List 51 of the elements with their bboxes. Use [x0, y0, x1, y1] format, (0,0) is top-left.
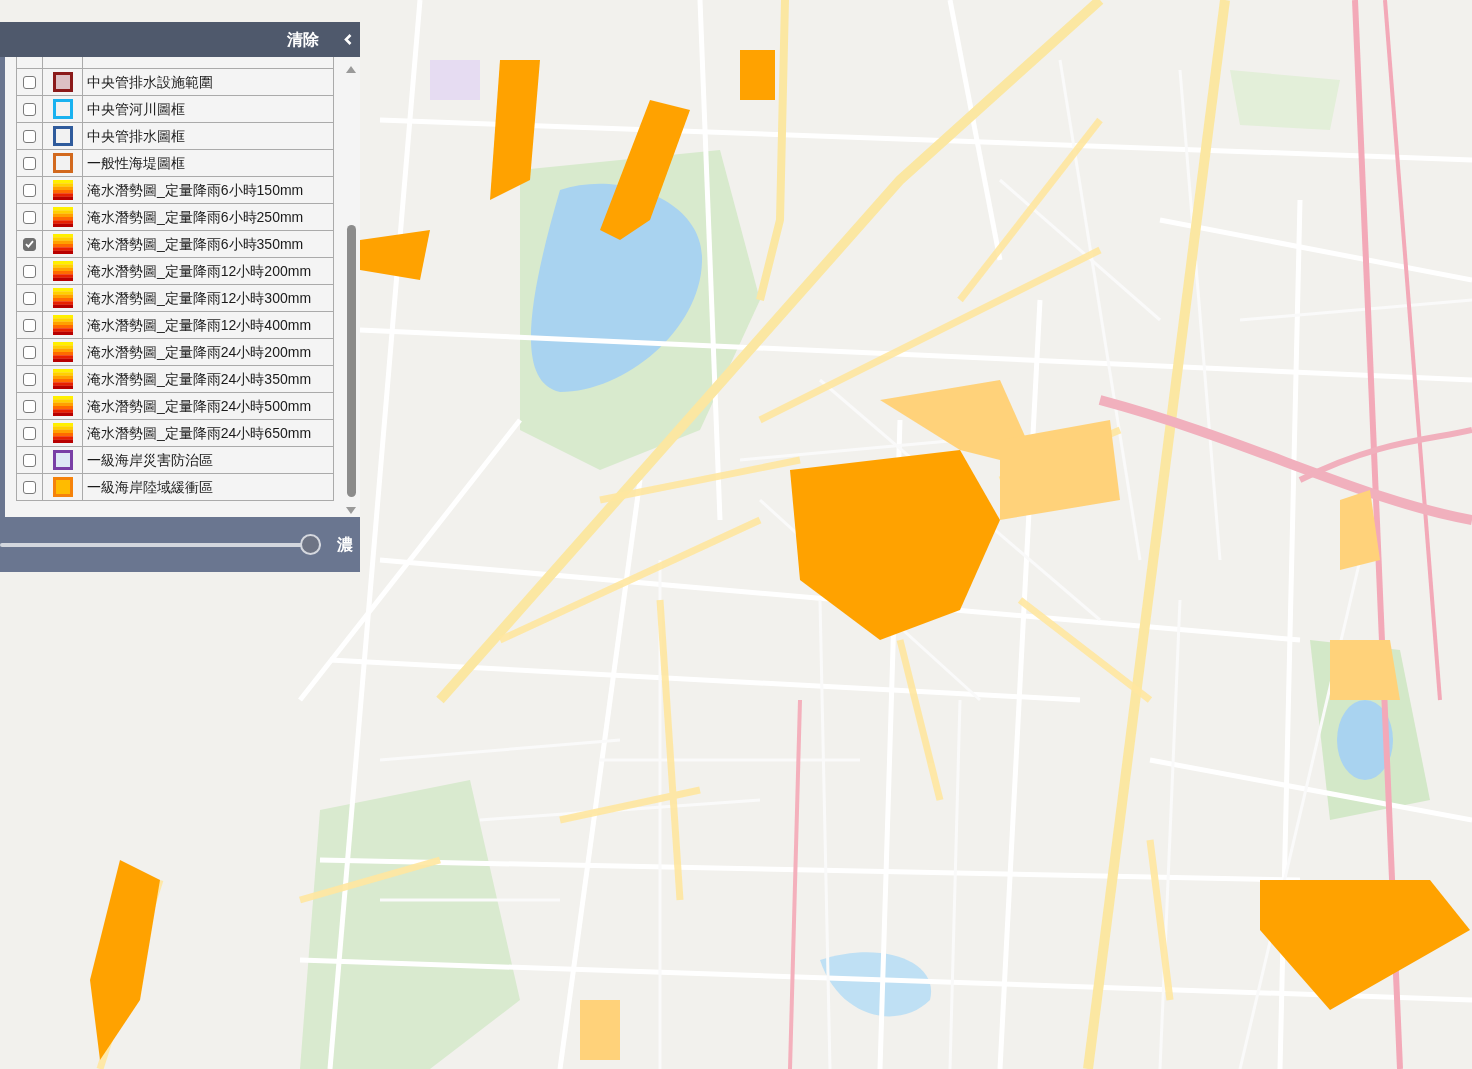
scroll-down-icon[interactable] [346, 507, 356, 514]
layer-checkbox[interactable] [23, 399, 36, 413]
layer-checkbox[interactable] [23, 183, 36, 197]
scrollbar-thumb[interactable] [346, 225, 356, 497]
layer-label: 淹水潛勢圖_定量降雨24小時350mm [87, 370, 312, 388]
layer-checkbox[interactable] [23, 291, 36, 305]
chevron-left-icon [344, 34, 352, 45]
layer-label: 淹水潛勢圖_定量降雨12小時200mm [87, 262, 312, 280]
gradient-swatch-icon [52, 315, 73, 335]
layer-label: 一級海岸陸域緩衝區 [87, 478, 213, 496]
layer-label: 淹水潛勢圖_定量降雨6小時150mm [87, 181, 304, 199]
gradient-swatch-icon [52, 180, 73, 200]
layer-checkbox[interactable] [23, 156, 36, 170]
scroll-up-icon[interactable] [346, 66, 356, 73]
layer-label: 淹水潛勢圖_定量降雨24小時500mm [87, 397, 312, 415]
gradient-swatch-icon [52, 288, 73, 308]
gradient-swatch-icon [52, 423, 73, 443]
slider-track[interactable] [0, 534, 321, 555]
layer-label: 淹水潛勢圖_定量降雨12小時400mm [87, 316, 312, 334]
gradient-swatch-icon [52, 369, 73, 389]
layer-checkbox[interactable] [23, 318, 36, 332]
layer-label: 淹水潛勢圖_定量降雨24小時200mm [87, 343, 312, 361]
slider-label: 濃 [337, 534, 353, 555]
gradient-swatch-icon [52, 396, 73, 416]
layer-checkbox[interactable] [23, 345, 36, 359]
gradient-swatch-icon [52, 261, 73, 281]
layer-checkbox[interactable] [23, 372, 36, 386]
layer-checkbox[interactable] [23, 210, 36, 224]
gradient-swatch-icon [52, 342, 73, 362]
layer-checkbox[interactable] [23, 237, 36, 251]
layer-label: 淹水潛勢圖_定量降雨6小時250mm [87, 208, 304, 226]
layer-label: 中央管排水設施範圍 [87, 73, 213, 91]
layer-checkbox[interactable] [23, 453, 36, 467]
layer-checkbox[interactable] [23, 129, 36, 143]
layer-label: 淹水潛勢圖_定量降雨24小時650mm [87, 424, 312, 442]
layer-checkbox[interactable] [23, 480, 36, 494]
layer-label: 一級海岸災害防治區 [87, 451, 213, 469]
layer-checkbox[interactable] [23, 426, 36, 440]
checkmark-icon [25, 240, 34, 248]
layer-label: 一般性海堤圖框 [87, 154, 185, 172]
layer-label: 中央管河川圖框 [87, 100, 185, 118]
slider-thumb[interactable] [300, 534, 321, 555]
clear-button[interactable]: 清除 [287, 29, 319, 50]
gradient-swatch-icon [52, 234, 73, 254]
layer-checkbox[interactable] [23, 264, 36, 278]
layer-label: 淹水潛勢圖_定量降雨6小時350mm [87, 235, 304, 253]
layer-checkbox[interactable] [23, 102, 36, 116]
layer-label: 淹水潛勢圖_定量降雨12小時300mm [87, 289, 312, 307]
layer-checkbox[interactable] [23, 75, 36, 89]
layer-label: 中央管排水圖框 [87, 127, 185, 145]
gradient-swatch-icon [52, 207, 73, 227]
